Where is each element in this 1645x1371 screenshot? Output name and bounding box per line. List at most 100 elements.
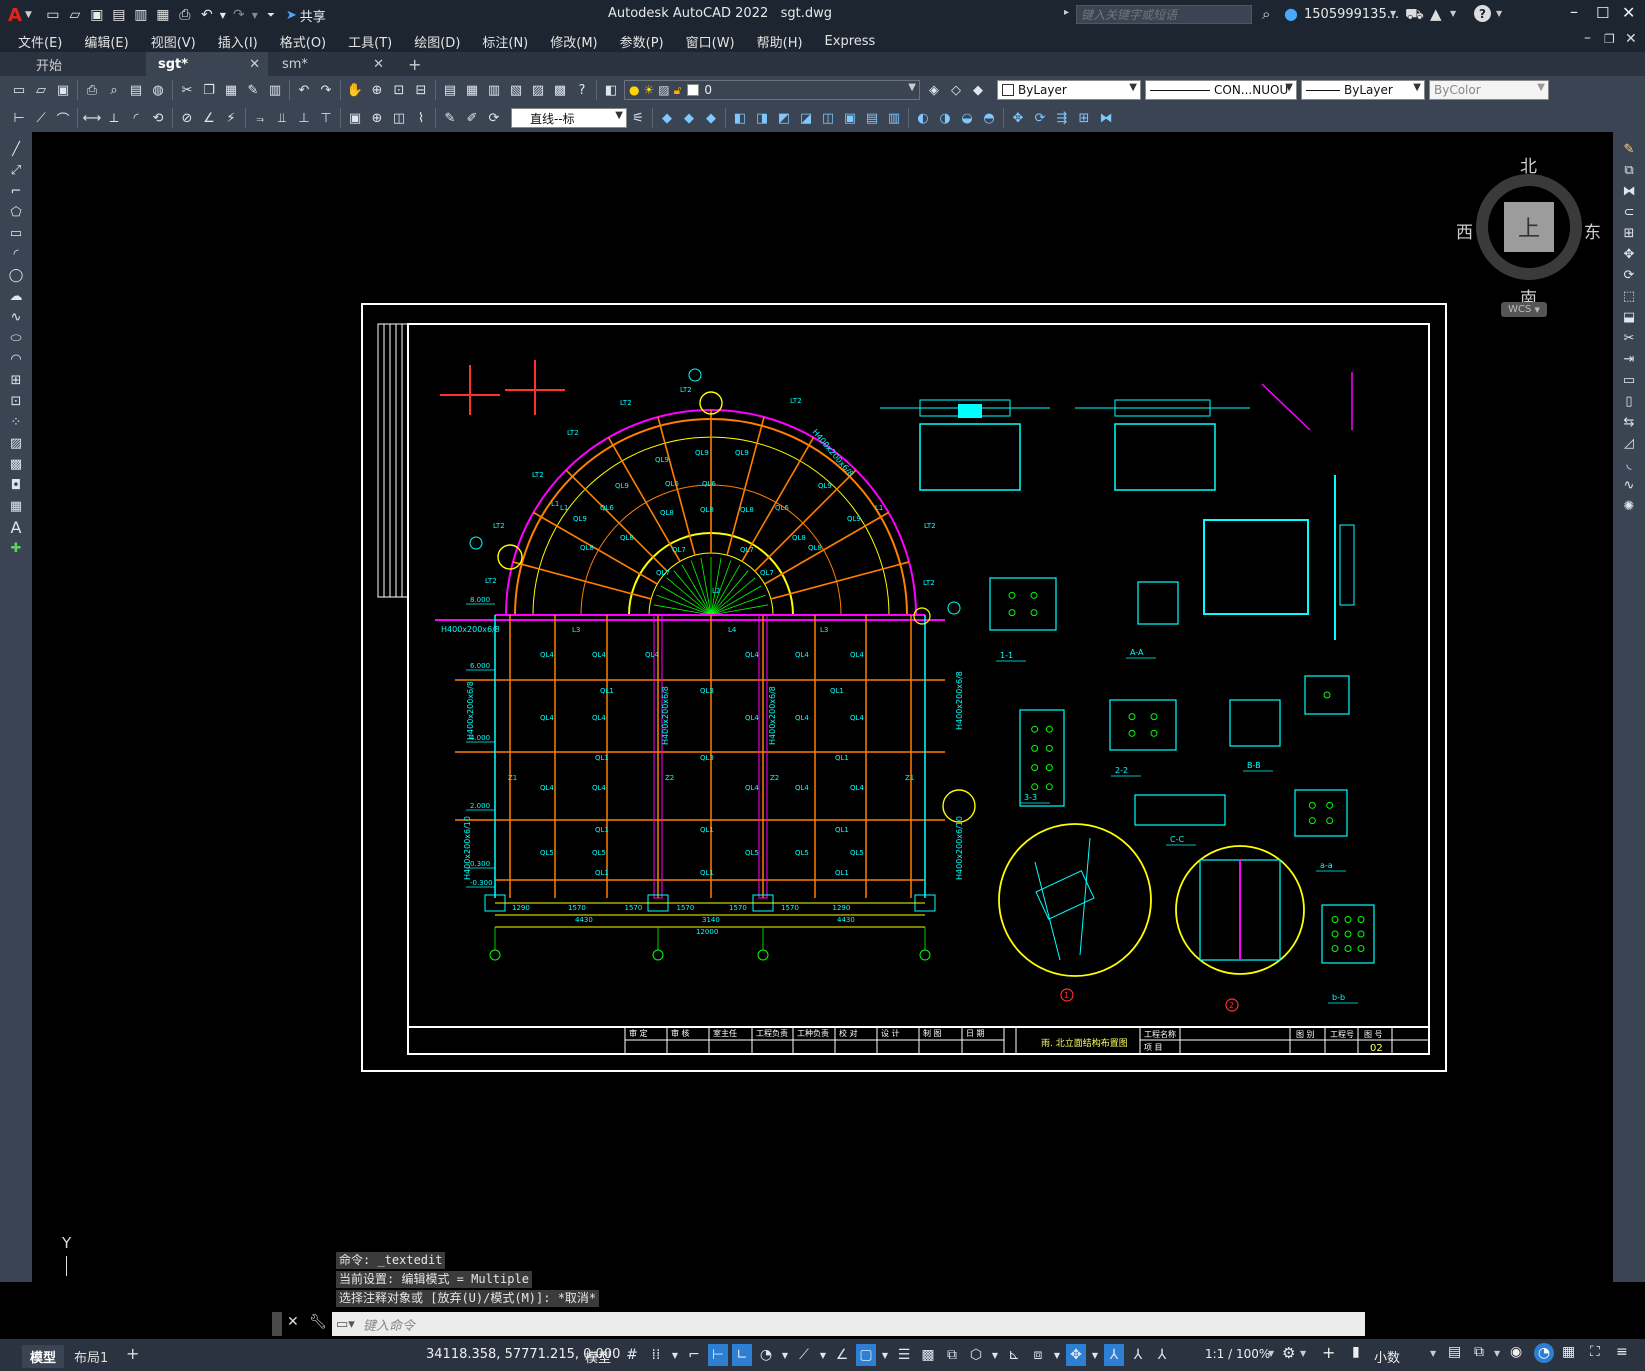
workspace-icon[interactable]: ⚙ <box>1282 1344 1295 1362</box>
tolerance-icon[interactable]: ▣ <box>345 108 365 128</box>
dim-ordinate-icon[interactable]: ⟂ <box>104 108 124 128</box>
help-dropdown-icon[interactable]: ▼ <box>1496 9 1502 18</box>
join-icon[interactable]: ⇆ <box>1617 412 1641 432</box>
ortho-icon[interactable]: ∟ <box>732 1344 752 1366</box>
dim-continue-icon[interactable]: ⫫ <box>272 108 292 128</box>
search-expand-icon[interactable]: ▸ <box>1064 7 1069 18</box>
new-icon[interactable]: ▭ <box>9 80 29 100</box>
3d-mirror-icon[interactable]: ⧓ <box>1096 108 1116 128</box>
3d-print-icon[interactable]: ◍ <box>148 80 168 100</box>
app-menu-chevron-icon[interactable]: ▼ <box>25 10 32 20</box>
properties-icon[interactable]: ▤ <box>440 80 460 100</box>
cut-icon[interactable]: ✂ <box>177 80 197 100</box>
sweep-icon[interactable]: ◩ <box>774 108 794 128</box>
new-file-icon[interactable]: ▭ <box>42 4 64 26</box>
save-icon[interactable]: ▣ <box>53 80 73 100</box>
autodesk-app-dropdown-icon[interactable]: ▼ <box>1450 9 1456 18</box>
layer-state-icon[interactable]: ◆ <box>968 80 988 100</box>
compass-north[interactable]: 北 <box>1520 152 1537 177</box>
menu-window[interactable]: 窗口(W) <box>675 32 746 51</box>
open-file-icon[interactable]: ▱ <box>64 4 86 26</box>
circle-icon[interactable]: ◯ <box>4 265 28 285</box>
union-icon[interactable]: ▣ <box>840 108 860 128</box>
move-icon[interactable]: ✥ <box>1617 244 1641 264</box>
minimize-icon[interactable]: – <box>1570 2 1578 21</box>
lineweight-icon[interactable]: ☰ <box>894 1344 914 1366</box>
break-icon[interactable]: ▯ <box>1617 391 1641 411</box>
layer-dropdown[interactable]: ● ☀ ▨ 🔓︎ 0 ▼ <box>624 80 920 100</box>
intersect-icon[interactable]: ▥ <box>884 108 904 128</box>
dynamic-ucs-icon[interactable]: ⊾ <box>1004 1344 1024 1366</box>
3d-array-icon[interactable]: ⊞ <box>1074 108 1094 128</box>
autocad-logo[interactable]: A <box>8 5 22 26</box>
model-space-button[interactable]: 模型 <box>585 1347 611 1366</box>
mirror-icon[interactable]: ⧓ <box>1617 181 1641 201</box>
mtext-icon[interactable]: A <box>4 517 28 537</box>
isodraft-icon[interactable]: ⟋ <box>794 1344 814 1366</box>
design-center-icon[interactable]: ▦ <box>462 80 482 100</box>
dim-jogged-icon[interactable]: ⟲ <box>148 108 168 128</box>
tool-palettes-icon[interactable]: ▥ <box>484 80 504 100</box>
dim-break-icon[interactable]: ⊤ <box>316 108 336 128</box>
dynamic-input-icon[interactable]: ⊢ <box>708 1344 728 1366</box>
erase-icon[interactable]: ✎ <box>1617 139 1641 159</box>
lock-icon[interactable]: 🔓︎ <box>674 83 682 98</box>
extend-icon[interactable]: ⇥ <box>1617 349 1641 369</box>
help-icon[interactable]: ? <box>1474 5 1491 22</box>
3d-align-icon[interactable]: ⇶ <box>1052 108 1072 128</box>
doc-minimize-icon[interactable]: – <box>1584 30 1591 46</box>
menu-file[interactable]: 文件(E) <box>7 32 73 51</box>
dim-update-icon[interactable]: ⟳ <box>484 108 504 128</box>
menu-draw[interactable]: 绘图(D) <box>403 32 471 51</box>
chamfer-icon[interactable]: ◿ <box>1617 433 1641 453</box>
grid-icon[interactable]: # <box>622 1344 642 1366</box>
sun-icon[interactable]: ☀ <box>643 83 654 97</box>
insert-block-icon[interactable]: ⊞ <box>4 370 28 390</box>
array-icon[interactable]: ⊞ <box>1617 223 1641 243</box>
new-tab-button[interactable]: + <box>400 52 428 76</box>
sheet-set-icon[interactable]: ▧ <box>506 80 526 100</box>
lightbulb-icon[interactable]: ● <box>629 83 639 97</box>
fillet-icon[interactable]: ◟ <box>1617 454 1641 474</box>
dim-angular-icon[interactable]: ∠ <box>199 108 219 128</box>
undo-dropdown-icon[interactable]: ▼ <box>218 4 228 26</box>
add-layout-icon[interactable]: + <box>126 1344 139 1363</box>
center-mark-icon[interactable]: ⊕ <box>367 108 387 128</box>
workspace-dropdown-icon[interactable]: ▼ <box>1300 1349 1306 1358</box>
make-block-icon[interactable]: ⊡ <box>4 391 28 411</box>
polar-dropdown-icon[interactable]: ▼ <box>780 1344 790 1366</box>
gizmo-icon[interactable]: ✥ <box>1066 1344 1086 1366</box>
presspull-icon[interactable]: ◨ <box>752 108 772 128</box>
dim-diameter-icon[interactable]: ⊘ <box>177 108 197 128</box>
copy-icon[interactable]: ⧉ <box>1617 160 1641 180</box>
snap-mode-icon[interactable]: ⁞⁞ <box>646 1344 666 1366</box>
selection-cycling-icon[interactable]: ⧉ <box>942 1344 962 1366</box>
revolve-icon[interactable]: ◪ <box>796 108 816 128</box>
isolate-objects-icon[interactable]: ◉ <box>1510 1344 1522 1360</box>
make-current-layer-icon[interactable]: ◈ <box>924 80 944 100</box>
menu-edit[interactable]: 编辑(E) <box>73 32 139 51</box>
close-tab-icon[interactable]: ✕ <box>373 57 384 72</box>
zoom-previous-icon[interactable]: ⊟ <box>411 80 431 100</box>
scale-icon[interactable]: ⬚ <box>1617 286 1641 306</box>
object-snap-icon[interactable]: ▢ <box>856 1344 876 1366</box>
redo-icon[interactable]: ↷ <box>228 4 250 26</box>
plot-icon[interactable]: ⎙ <box>174 4 196 26</box>
viewport-freeze-icon[interactable]: ▨ <box>658 83 669 97</box>
selection-filter-dropdown-icon[interactable]: ▼ <box>1052 1344 1062 1366</box>
lineweight-dropdown[interactable]: ByLayer ▼ <box>1301 80 1425 100</box>
dim-text-edit-icon[interactable]: ✐ <box>462 108 482 128</box>
command-prompt-icon[interactable]: ▭▾ <box>336 1317 355 1332</box>
share-button[interactable]: 共享 <box>300 6 326 25</box>
compass-west[interactable]: 西 <box>1456 218 1473 243</box>
hatch-icon[interactable]: ▨ <box>4 433 28 453</box>
polar-tracking-icon[interactable]: ◔ <box>756 1344 776 1366</box>
menu-view[interactable]: 视图(V) <box>140 32 207 51</box>
zoom-realtime-icon[interactable]: ⊕ <box>367 80 387 100</box>
polygon-icon[interactable]: ⬠ <box>4 202 28 222</box>
quickcalc-icon[interactable]: ▩ <box>550 80 570 100</box>
spline-icon[interactable]: ∿ <box>4 307 28 327</box>
units-value[interactable]: 小数 <box>1374 1347 1400 1366</box>
annotation-monitor-icon[interactable]: + <box>1322 1343 1335 1362</box>
rectangle-icon[interactable]: ▭ <box>4 223 28 243</box>
